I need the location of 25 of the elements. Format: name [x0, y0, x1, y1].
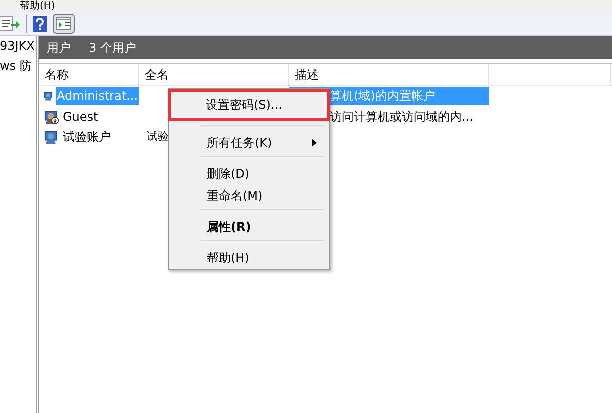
description-cell: 算机(域)的内置帐户: [330, 89, 436, 104]
menu-item[interactable]: 重命名(M): [171, 183, 327, 205]
menu-item[interactable]: 删除(D): [171, 161, 327, 183]
user-name[interactable]: 试验账户: [62, 128, 112, 146]
guest-user-icon: [44, 108, 60, 125]
export-list-icon[interactable]: [0, 16, 20, 32]
tree-item[interactable]: 93JKX: [0, 39, 35, 53]
full-name-cell: 试验: [147, 130, 169, 143]
header-title: 用户: [47, 40, 71, 56]
menu-item[interactable]: 所有任务(K): [171, 130, 327, 152]
tree-item[interactable]: ws 防: [0, 59, 32, 73]
column-header[interactable]: 名称: [39, 64, 139, 86]
user-name[interactable]: Guest: [62, 108, 100, 126]
menu-item[interactable]: 帮助(H): [20, 1, 56, 12]
menu-item[interactable]: 设置密码(S)...: [168, 89, 330, 121]
user-count: 3 个用户: [89, 40, 136, 56]
column-header[interactable]: 全名: [139, 64, 289, 86]
column-header[interactable]: 描述: [289, 64, 489, 86]
help-icon[interactable]: [33, 16, 47, 32]
submenu-arrow-icon: [312, 139, 317, 147]
description-cell: 访问计算机或访问域的内...: [330, 110, 474, 124]
console-window-icon[interactable]: [53, 14, 75, 34]
user-icon: [44, 129, 60, 146]
menu-item[interactable]: 帮助(H): [171, 245, 327, 267]
menu-item[interactable]: 属性(R): [171, 214, 327, 236]
